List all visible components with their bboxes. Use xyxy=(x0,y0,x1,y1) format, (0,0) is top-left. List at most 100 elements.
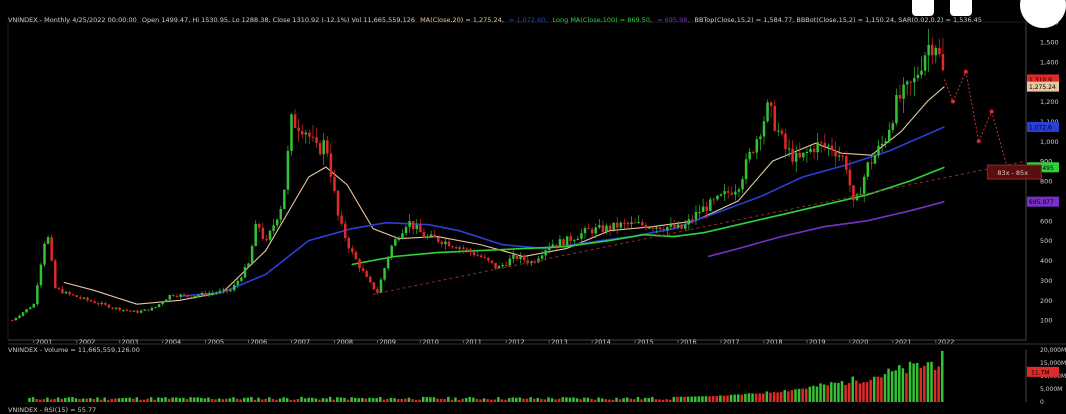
candle-body xyxy=(265,238,268,240)
volume-bar xyxy=(711,396,715,402)
y-tick-label: 500 xyxy=(1040,237,1052,245)
candle-body xyxy=(333,176,336,191)
volume-bar xyxy=(919,367,923,402)
volume-bar xyxy=(500,399,504,402)
volume-bar xyxy=(200,397,203,402)
candle-body xyxy=(329,153,333,177)
volume-bar xyxy=(296,398,300,402)
volume-bar xyxy=(704,396,708,402)
candle-body xyxy=(68,291,71,295)
plot-frame xyxy=(7,21,1027,341)
volume-bar xyxy=(414,399,418,402)
candle-body xyxy=(215,292,218,294)
share-icon[interactable] xyxy=(950,0,972,16)
volume-bar xyxy=(135,397,139,402)
chart-header: VNINDEX - Monthly 4/25/2022 00:00:00 Ope… xyxy=(8,16,985,24)
volume-bar xyxy=(232,397,235,402)
candle-body xyxy=(920,70,923,75)
volume-bar xyxy=(876,376,880,402)
volume-bar xyxy=(572,397,575,402)
x-tick-label: 2005 xyxy=(208,338,225,346)
volume-bar xyxy=(543,399,547,402)
candle-body xyxy=(104,303,107,305)
candle-body xyxy=(304,132,308,135)
volume-bar xyxy=(371,398,375,402)
ma20-line xyxy=(63,86,945,305)
candle-body xyxy=(497,266,501,269)
candle-body xyxy=(261,227,265,239)
volume-bar xyxy=(554,399,557,402)
x-tick-label: 2013 xyxy=(551,338,568,346)
candle-body xyxy=(147,309,150,311)
candle-body xyxy=(129,310,132,312)
candle-body xyxy=(150,307,154,311)
candle-body xyxy=(479,255,483,258)
candle-body xyxy=(125,309,129,311)
volume-badge-label: 11.7M xyxy=(1031,369,1050,376)
volume-bar xyxy=(303,398,307,402)
candle-body xyxy=(716,195,719,200)
volume-bar xyxy=(192,397,196,402)
volume-bar xyxy=(930,361,933,402)
volume-bar xyxy=(260,399,264,402)
candle-body xyxy=(909,81,912,83)
volume-bar xyxy=(153,399,157,402)
x-tick-label: 2022 xyxy=(938,338,955,346)
candle-body xyxy=(676,224,680,228)
candle-body xyxy=(96,303,100,305)
volume-label: VNINDEX - Volume = 11,665,559,126.00 xyxy=(8,346,140,354)
candle-body xyxy=(515,254,519,260)
volume-bar xyxy=(278,398,282,402)
volume-bar xyxy=(679,396,683,402)
candle-body xyxy=(100,303,104,305)
candle-body xyxy=(644,225,648,229)
header-ma50: = 1,072.60, xyxy=(508,16,548,24)
volume-bar xyxy=(529,397,532,402)
candle-body xyxy=(32,304,36,308)
candle-body xyxy=(290,114,293,151)
candle-body xyxy=(64,291,68,294)
candle-body xyxy=(612,222,615,230)
candle-body xyxy=(240,277,243,281)
volume-tick-label: 15,000M xyxy=(1040,360,1066,367)
volume-bar xyxy=(744,393,747,402)
candle-body xyxy=(734,191,737,195)
volume-bar xyxy=(157,397,160,402)
volume-bar xyxy=(579,399,582,402)
download-icon[interactable] xyxy=(912,0,934,16)
volume-bar xyxy=(382,399,386,402)
volume-bar xyxy=(726,395,729,402)
candle-body xyxy=(773,105,776,131)
volume-bar xyxy=(56,397,60,402)
volume-bar xyxy=(801,388,804,402)
candle-body xyxy=(923,55,927,71)
candle-body xyxy=(71,294,75,296)
candle-body xyxy=(401,233,404,239)
volume-bar xyxy=(46,397,49,402)
volume-bar xyxy=(117,398,121,402)
volume-bar xyxy=(114,398,117,402)
candle-body xyxy=(322,140,325,155)
volume-bar xyxy=(42,399,46,402)
volume-bar xyxy=(285,398,289,402)
candle-body xyxy=(669,224,673,227)
volume-bar xyxy=(425,397,429,402)
volume-bar xyxy=(636,397,640,402)
candle-body xyxy=(222,289,225,291)
volume-bar xyxy=(790,390,794,402)
volume-bar xyxy=(690,396,693,402)
volume-bar xyxy=(343,397,346,402)
volume-bar xyxy=(293,399,296,402)
candle-body xyxy=(293,114,297,128)
volume-bar xyxy=(890,371,894,402)
volume-bar xyxy=(518,397,522,402)
volume-bar xyxy=(665,399,668,402)
candle-body xyxy=(623,222,626,224)
candle-body xyxy=(454,247,458,249)
candle-body xyxy=(762,121,766,137)
candle-body xyxy=(318,143,322,155)
volume-bar xyxy=(196,397,199,402)
chart-grid xyxy=(7,21,1027,341)
candle-body xyxy=(619,222,623,228)
volume-bar xyxy=(772,392,776,402)
